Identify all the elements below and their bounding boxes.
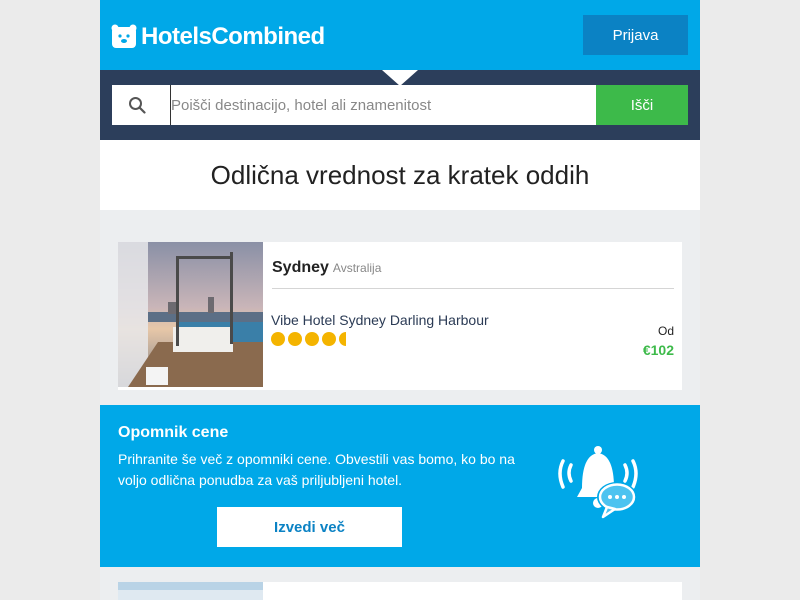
brand-name: HotelsCombined [141, 23, 325, 50]
search-button[interactable]: Išči [596, 85, 688, 125]
country-label: Avstralija [332, 261, 382, 275]
price-alert-banner: Opomnik cene Prihranite še več z opomnik… [100, 405, 700, 567]
hotel-photo-image [118, 242, 263, 387]
section-title: Odlična vrednost za kratek oddih [210, 160, 590, 190]
star-icon [305, 332, 319, 346]
star-icon [288, 332, 302, 346]
price-prefix: Od [657, 324, 674, 338]
search-input[interactable] [170, 85, 591, 125]
price-alert-text: Prihranite še več z opomniki cene. Obves… [118, 451, 515, 488]
star-icon [322, 332, 336, 346]
deal-card-next[interactable] [118, 582, 682, 600]
hotel-photo-image [118, 582, 263, 600]
search-icon [129, 97, 146, 114]
half-star-icon [339, 332, 346, 346]
learn-more-button[interactable]: Izvedi več [217, 507, 402, 547]
price-value[interactable]: €102 [643, 342, 674, 358]
card-divider [272, 288, 674, 289]
city-label: Sydney [272, 259, 329, 276]
section-notch [382, 70, 418, 86]
header: HotelsCombined Prijava [100, 0, 700, 70]
logo[interactable]: HotelsCombined [111, 22, 325, 52]
bell-notification-icon [558, 446, 638, 519]
star-icon [271, 332, 285, 346]
search-box [112, 85, 596, 125]
login-button[interactable]: Prijava [583, 15, 688, 55]
hotel-photo[interactable] [118, 242, 263, 387]
hotel-name-link[interactable]: Vibe Hotel Sydney Darling Harbour [271, 312, 489, 328]
bear-logo-icon [111, 24, 137, 48]
section-header: Odlična vrednost za kratek oddih [100, 140, 700, 210]
city-name[interactable]: Sydney Avstralija [272, 259, 381, 277]
star-rating [271, 332, 349, 346]
deal-card[interactable]: Sydney Avstralija Vibe Hotel Sydney Darli… [118, 242, 682, 390]
hotel-photo[interactable] [118, 582, 263, 600]
page: HotelsCombined Prijava Išči Odlična vred… [100, 0, 700, 600]
price-alert-title: Opomnik cene [118, 424, 229, 441]
